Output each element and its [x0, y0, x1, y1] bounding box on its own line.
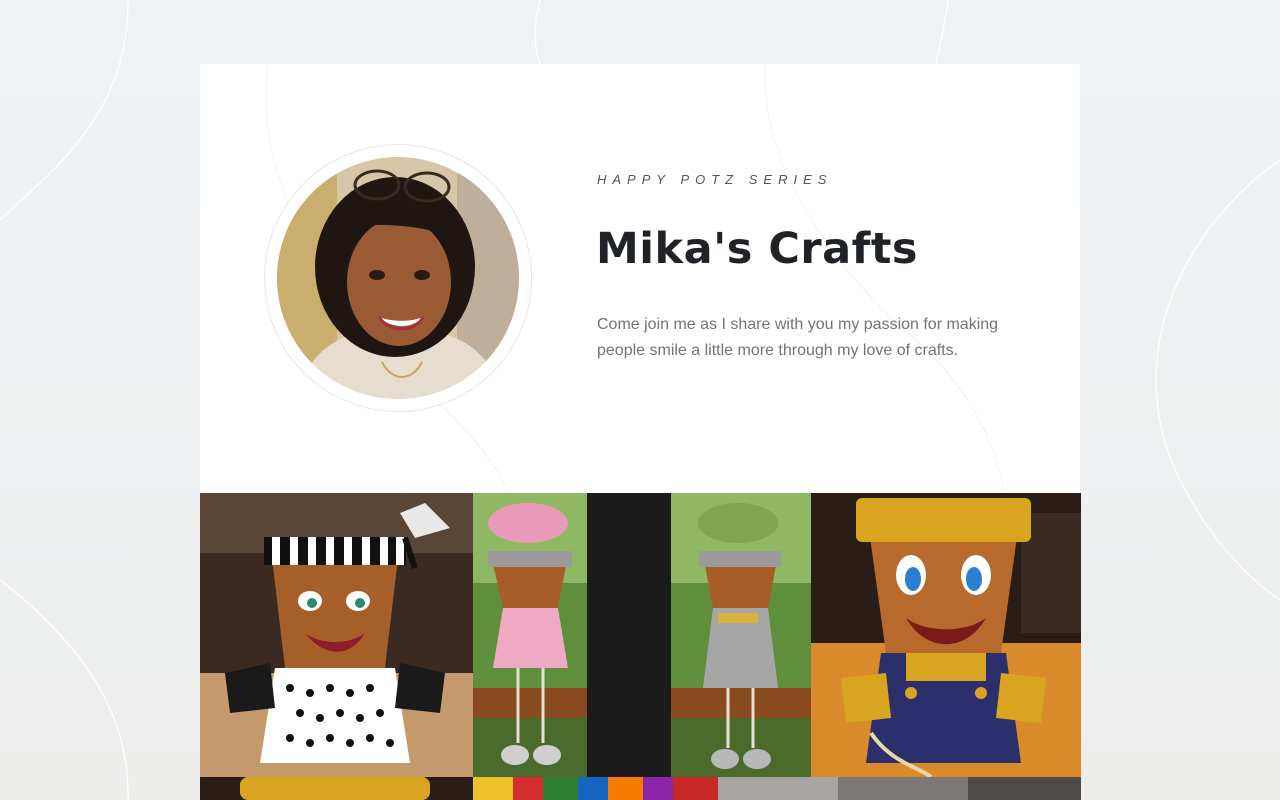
gallery-photo[interactable]	[200, 493, 473, 777]
series-label: HAPPY POTZ SERIES	[597, 172, 833, 187]
pot-photo	[718, 777, 1081, 800]
avatar	[277, 157, 519, 399]
gallery-photo[interactable]	[200, 777, 473, 800]
page-title: Mika's Crafts	[596, 224, 919, 274]
profile-card: HAPPY POTZ SERIES Mika's Crafts Come joi…	[200, 64, 1080, 493]
photo-gallery	[200, 493, 1081, 800]
gold-pot-photo	[200, 777, 473, 800]
pot-couple-photo	[473, 493, 811, 777]
gallery-photo[interactable]	[473, 777, 718, 800]
polka-dot-pot-photo	[200, 493, 473, 777]
gallery-photo[interactable]	[718, 777, 1081, 800]
gallery-photo[interactable]	[473, 493, 811, 777]
multicolor-pot-photo	[473, 777, 718, 800]
profile-description: Come join me as I share with you my pass…	[597, 316, 999, 359]
gallery-photo[interactable]	[811, 493, 1081, 777]
avatar-photo	[277, 157, 519, 399]
overalls-pot-photo	[811, 493, 1081, 777]
